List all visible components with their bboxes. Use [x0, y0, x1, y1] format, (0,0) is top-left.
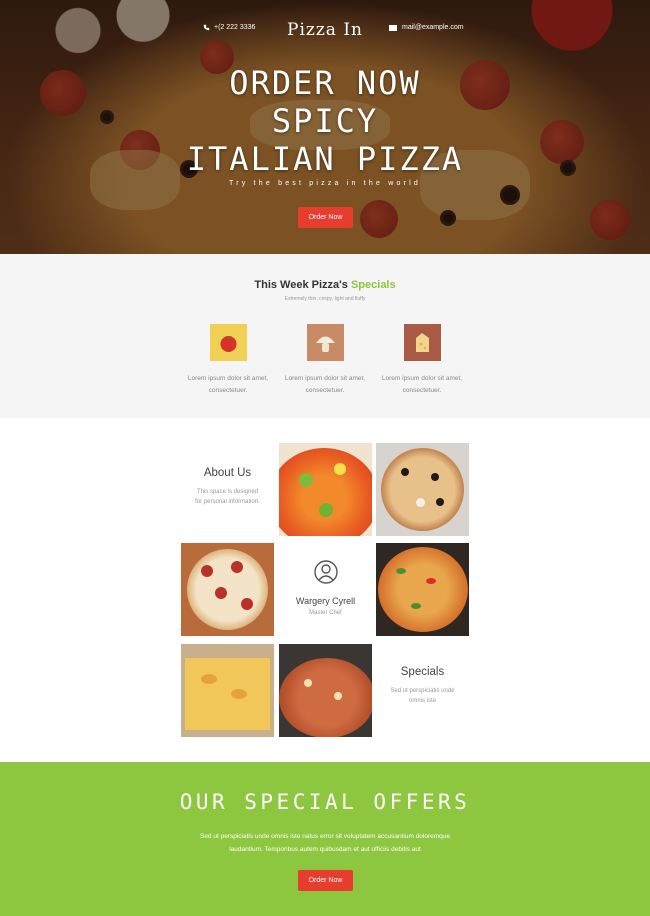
offers-text: Sed ut perspiciatis unde omnis iste natu… — [199, 833, 450, 853]
pizza-photo-4[interactable] — [376, 543, 469, 636]
specials-cell: Specials Sed ut perspiciatis unde omnis … — [376, 644, 469, 737]
about-us-text: This space is designed for personal info… — [181, 487, 274, 507]
specials-text-line-2: omnis iste — [408, 698, 436, 704]
specials-title-prefix: This Week Pizza's — [254, 279, 348, 291]
feature-item: Lorem ipsum dolor sit amet, consectetuer… — [377, 324, 467, 397]
offers-order-button[interactable]: Order Now — [298, 870, 353, 891]
brand-logo[interactable]: Pizza In — [287, 20, 363, 40]
headline-line-2: SPICY — [271, 102, 379, 140]
phone-contact[interactable]: +(2 222 3336 — [203, 24, 255, 31]
mail-icon — [389, 24, 397, 31]
feature-item: Lorem ipsum dolor sit amet, consectetuer… — [183, 324, 273, 397]
headline-line-3: ITALIAN PIZZA — [186, 140, 464, 178]
about-us-text-line-1: This space is designed — [196, 489, 259, 495]
special-offers-section: OUR SPECIAL OFFERS Sed ut perspiciatis u… — [0, 762, 650, 916]
specials-title-accent: Specials — [350, 279, 396, 291]
feature-text: Lorem ipsum dolor sit amet, consectetuer… — [187, 375, 269, 394]
hero-tagline: Try the best pizza in the world — [229, 180, 421, 187]
pizza-photo-3[interactable] — [181, 543, 274, 636]
hero-order-button[interactable]: Order Now — [298, 207, 353, 228]
cheese-icon — [403, 324, 441, 361]
mushroom-icon — [306, 324, 344, 361]
top-bar: +(2 222 3336 Pizza In mail@example.com — [0, 20, 650, 40]
specials-title: This Week Pizza's Specials — [0, 279, 650, 291]
weekly-specials-section: This Week Pizza's Specials Extremely thi… — [0, 254, 650, 418]
headline-line-1: ORDER NOW — [229, 64, 421, 102]
pizza-photo-1[interactable] — [279, 443, 372, 536]
gallery-grid: About Us This space is designed for pers… — [0, 418, 650, 762]
pizza-photo-6[interactable] — [279, 644, 372, 737]
email-contact[interactable]: mail@example.com — [389, 24, 464, 31]
about-us-cell: About Us This space is designed for pers… — [181, 443, 274, 536]
chef-cell: Wargery Cyrell Master Chef — [279, 543, 372, 636]
about-us-title: About Us — [203, 467, 252, 479]
offers-title: OUR SPECIAL OFFERS — [179, 790, 471, 814]
hero-headline: ORDER NOW SPICY ITALIAN PIZZA — [0, 64, 650, 178]
specials-cell-title: Specials — [400, 666, 445, 678]
email-address: mail@example.com — [402, 24, 464, 31]
specials-cell-text: Sed ut perspiciatis unde omnis iste — [376, 686, 469, 706]
user-icon — [313, 560, 338, 584]
pizza-photo-5[interactable] — [181, 644, 274, 737]
tomato-icon — [209, 324, 247, 361]
chef-role: Master Chef — [309, 610, 342, 616]
chef-name: Wargery Cyrell — [295, 596, 356, 606]
specials-subtitle: Extremely thin, crispy, light and fluffy — [284, 296, 366, 302]
pizza-photo-2[interactable] — [376, 443, 469, 536]
phone-number: +(2 222 3336 — [214, 24, 256, 31]
feature-text: Lorem ipsum dolor sit amet, consectetuer… — [284, 375, 366, 394]
about-us-text-line-2: for personal information. — [195, 499, 260, 505]
phone-icon — [203, 24, 210, 31]
feature-text: Lorem ipsum dolor sit amet, consectetuer… — [381, 375, 463, 394]
specials-text-line-1: Sed ut perspiciatis unde — [390, 688, 455, 694]
feature-item: Lorem ipsum dolor sit amet, consectetuer… — [280, 324, 370, 397]
hero-section: +(2 222 3336 Pizza In mail@example.com O… — [0, 0, 650, 254]
